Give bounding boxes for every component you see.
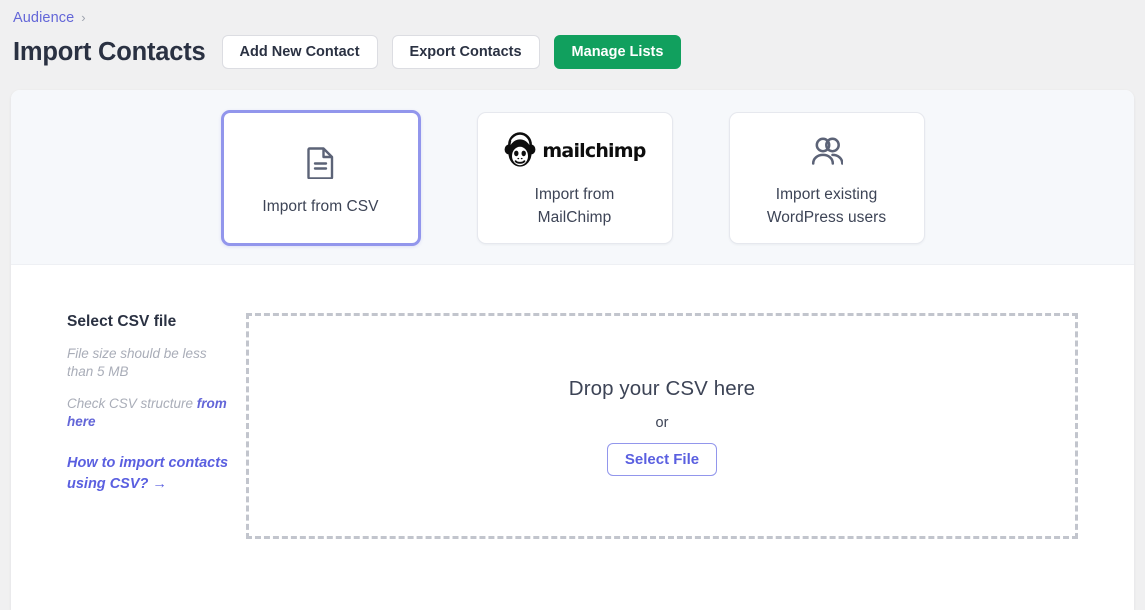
chevron-right-icon: › bbox=[81, 10, 86, 25]
mailchimp-wordmark: mailchimp bbox=[542, 140, 646, 162]
page-title: Import Contacts bbox=[13, 38, 206, 66]
csv-import-body: Select CSV file File size should be less… bbox=[11, 265, 1134, 539]
source-card-csv[interactable]: Import from CSV bbox=[220, 110, 421, 246]
page-header: Audience › Import Contacts Add New Conta… bbox=[0, 0, 1145, 90]
breadcrumb: Audience › bbox=[13, 8, 1145, 28]
import-contacts-card: Import from CSV mailchimp Import from Ma… bbox=[11, 90, 1134, 610]
csv-structure-note: Check CSV structure from here bbox=[67, 395, 236, 431]
source-card-wordpress-users-label: Import existing WordPress users bbox=[767, 183, 886, 229]
dropzone-wrap: Drop your CSV here or Select File bbox=[246, 313, 1134, 539]
file-size-note: File size should be less than 5 MB bbox=[67, 346, 207, 379]
select-csv-pane: Select CSV file File size should be less… bbox=[11, 313, 246, 539]
source-card-wordpress-users-label-line2: WordPress users bbox=[766, 209, 887, 226]
csv-structure-note-text: Check CSV structure bbox=[67, 396, 197, 411]
manage-lists-button[interactable]: Manage Lists bbox=[553, 35, 682, 69]
mailchimp-monkey-icon bbox=[505, 132, 536, 167]
select-file-button[interactable]: Select File bbox=[606, 442, 718, 476]
source-card-mailchimp-label-line2: MailChimp bbox=[537, 209, 612, 226]
breadcrumb-item-audience[interactable]: Audience bbox=[13, 8, 74, 28]
source-card-wordpress-users-label-line1: Import existing bbox=[775, 186, 878, 203]
users-icon bbox=[811, 127, 843, 175]
select-csv-heading: Select CSV file bbox=[67, 313, 177, 330]
how-to-import-link[interactable]: How to import contacts using CSV? → bbox=[67, 453, 236, 495]
add-new-contact-button[interactable]: Add New Contact bbox=[221, 35, 378, 69]
title-row: Import Contacts Add New Contact Export C… bbox=[13, 31, 1145, 73]
mailchimp-logo: mailchimp bbox=[503, 127, 646, 175]
source-card-csv-label: Import from CSV bbox=[262, 197, 379, 215]
source-card-wordpress-users[interactable]: Import existing WordPress users bbox=[728, 112, 925, 244]
source-card-mailchimp[interactable]: mailchimp Import from MailChimp bbox=[476, 112, 673, 244]
dropzone-title: Drop your CSV here bbox=[568, 376, 756, 400]
export-contacts-button[interactable]: Export Contacts bbox=[391, 35, 540, 69]
source-card-mailchimp-label: Import from MailChimp bbox=[535, 183, 615, 229]
csv-dropzone[interactable]: Drop your CSV here or Select File bbox=[246, 313, 1078, 539]
import-source-selector: Import from CSV mailchimp Import from Ma… bbox=[11, 90, 1134, 265]
document-icon bbox=[307, 139, 334, 187]
dropzone-or-label: or bbox=[655, 414, 669, 431]
source-card-mailchimp-label-line1: Import from bbox=[534, 186, 615, 203]
